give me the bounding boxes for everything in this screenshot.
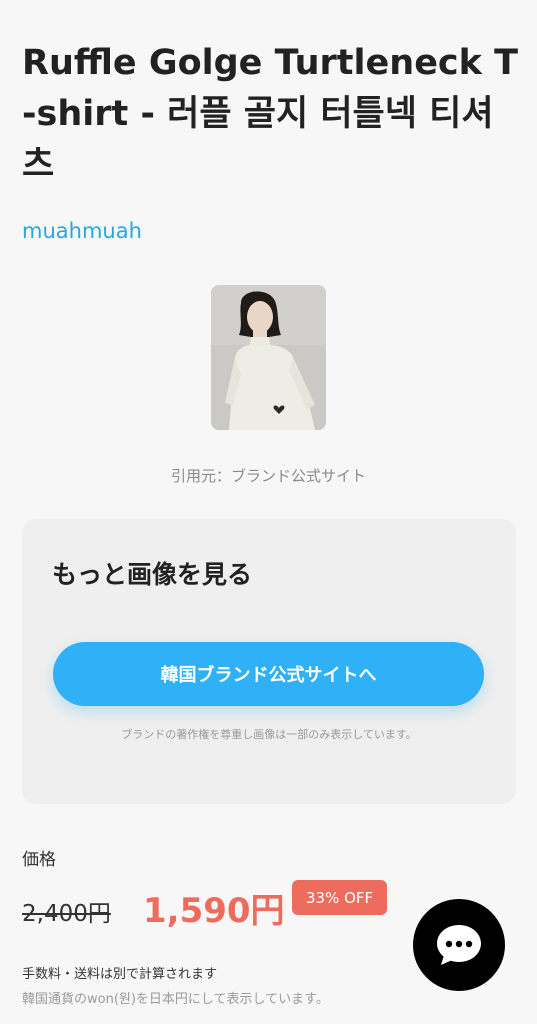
- discount-badge: 33% OFF: [292, 880, 388, 915]
- official-site-button[interactable]: 韓国ブランド公式サイトへ: [53, 642, 484, 706]
- chat-bubble-icon: [437, 925, 481, 965]
- product-title: Ruffle Golge Turtleneck T-shirt - 러플 골지 …: [22, 43, 519, 185]
- image-source-note: 引用元：ブランド公式サイト: [170, 467, 366, 485]
- brand-link[interactable]: muahmuah: [22, 219, 142, 243]
- product-page: Ruffle Golge Turtleneck T-shirt - 러플 골지 …: [0, 0, 537, 1024]
- product-image[interactable]: [211, 285, 326, 430]
- fee-note: 手数料・送料は別で計算されます: [22, 967, 218, 982]
- sale-price: 1,590円: [143, 891, 285, 931]
- product-photo: [211, 285, 326, 430]
- currency-note: 韓国通貨のwon(원)を日本円にして表示しています。: [22, 992, 329, 1007]
- chat-button[interactable]: [413, 899, 505, 991]
- copyright-note: ブランドの著作権を尊重し画像は一部のみ表示しています。: [121, 728, 417, 741]
- original-price: 2,400円: [22, 901, 111, 927]
- more-images-card: もっと画像を見る 韓国ブランド公式サイトへ ブランドの著作権を尊重し画像は一部の…: [22, 519, 516, 804]
- more-images-heading: もっと画像を見る: [52, 560, 253, 589]
- price-label: 価格: [22, 850, 56, 870]
